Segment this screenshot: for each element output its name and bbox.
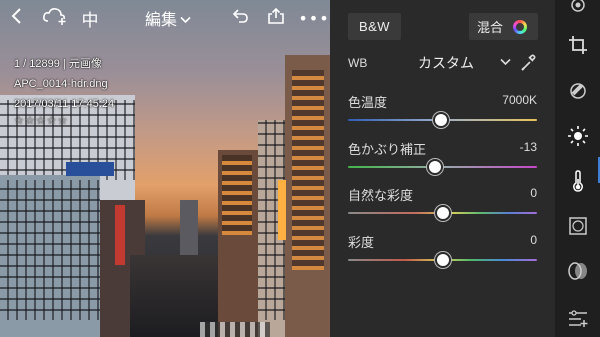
slider-thumb[interactable] [434,205,451,221]
photo-index: 1 / 12899 | 元画像 [14,58,102,70]
temperature-slider[interactable]: 色温度 7000K [348,92,537,132]
share-button[interactable] [266,6,286,30]
wb-preset-value[interactable]: カスタム [418,53,474,73]
compare-button[interactable]: 中 [80,6,100,31]
photo-crosswalk [200,322,270,337]
color-wheel-icon [513,19,528,34]
photo-sign [278,180,286,240]
chevron-left-icon [10,7,24,29]
photo-rating[interactable]: ☆☆☆☆☆ [14,114,114,128]
edit-mode-dropdown[interactable]: 編集 [142,6,194,30]
heal-icon[interactable] [565,78,590,103]
presets-icon[interactable] [565,305,590,330]
crop-icon[interactable] [565,32,590,57]
color-temp-icon[interactable] [565,168,590,193]
light-icon[interactable] [565,123,590,148]
slider-label: 自然な彩度 [348,189,414,204]
slider-value: 0 [530,186,537,200]
white-balance-row[interactable]: WB カスタム [348,52,543,74]
tint-slider[interactable]: 色かぶり補正 -13 [348,139,537,179]
slider-label: 彩度 [348,236,375,251]
chevron-down-icon[interactable] [500,55,511,69]
saturation-slider[interactable]: 彩度 0 [348,232,537,272]
chevron-down-icon [180,9,191,28]
more-options-button[interactable]: ••• [298,6,328,30]
cloud-add-icon [42,6,68,30]
slider-value: 7000K [502,93,537,107]
slider-thumb[interactable] [432,112,449,128]
cloud-add-button[interactable] [42,6,68,30]
slider-value: 0 [530,233,537,247]
slider-label: 色かぶり補正 [348,143,427,158]
photo-building [0,180,100,320]
eyedropper-icon[interactable] [520,53,536,74]
wb-label: WB [348,56,368,70]
photo-building [222,155,252,235]
undo-button[interactable] [229,6,251,30]
photo-datetime: 2017/03/11 17:45:24 [14,98,115,110]
photo-building [292,70,324,270]
color-mix-label: 混合 [477,20,504,35]
edit-mode-label: 編集 [144,10,177,29]
vignette-icon[interactable] [565,213,590,238]
share-icon [267,7,285,29]
slider-value: -13 [519,140,537,154]
photo-info-overlay: 1 / 12899 | 元画像 APC_0014-hdr.dng 2017/03… [14,54,114,128]
photo-sign [66,162,114,176]
vibrance-slider[interactable]: 自然な彩度 0 [348,185,537,225]
photo-building [180,200,198,255]
undo-icon [231,8,249,28]
photo-canvas[interactable] [0,0,330,337]
slider-label: 色温度 [348,96,388,111]
slider-thumb[interactable] [426,159,443,175]
back-button[interactable] [6,6,28,30]
slider-thumb[interactable] [434,252,451,268]
color-mix-button[interactable]: 混合 [469,13,538,40]
tool-rail [555,0,600,337]
photo-sign [115,205,125,265]
photo-filename: APC_0014-hdr.dng [14,78,108,90]
edit-panel: B&W 混合 WB カスタム 色温度 7000K 色かぶり補正 -13 自然な彩… [330,0,555,337]
top-toolbar: 中 編集 ••• [0,0,330,38]
bw-button[interactable]: B&W [348,13,401,40]
radial-icon[interactable] [565,0,590,17]
detail-icon[interactable] [565,258,590,283]
